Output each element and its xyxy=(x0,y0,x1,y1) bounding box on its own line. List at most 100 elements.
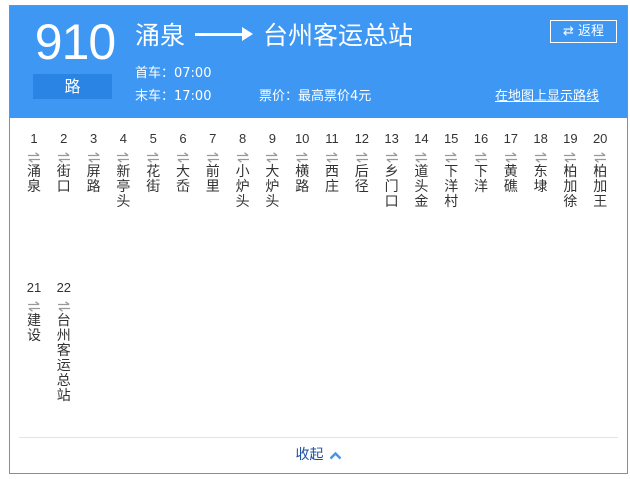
swap-arrows-icon xyxy=(385,152,398,163)
stop-name: 柏加王 xyxy=(593,164,608,210)
stop-index: 21 xyxy=(26,280,42,295)
stop-index: 17 xyxy=(503,131,519,146)
stop-name: 街口 xyxy=(56,164,71,195)
stop-index: 7 xyxy=(209,131,217,146)
stop-index: 8 xyxy=(238,131,247,146)
stop-name: 道头金 xyxy=(414,164,429,210)
swap-arrows-icon xyxy=(177,152,189,163)
swap-arrows-icon xyxy=(266,152,279,163)
swap-arrows-icon xyxy=(87,152,100,163)
stop-name: 小炉头 xyxy=(235,164,250,210)
show-on-map-link[interactable]: 在地图上显示路线 xyxy=(495,85,599,104)
stop-name: 新亭头 xyxy=(116,164,131,210)
swap-arrows-icon xyxy=(206,152,219,163)
stop-item[interactable]: 8 小炉头 xyxy=(228,131,258,210)
stop-index: 22 xyxy=(56,280,72,295)
stop-name: 台州客运总站 xyxy=(56,313,71,404)
stop-index: 6 xyxy=(179,131,187,146)
stop-item[interactable]: 19 柏加徐 xyxy=(555,131,585,210)
stop-name: 屏路 xyxy=(86,164,101,195)
stop-index: 12 xyxy=(354,131,370,146)
route-origin: 涌泉 xyxy=(135,21,186,50)
stop-name: 花街 xyxy=(146,164,161,195)
swap-arrows-icon xyxy=(57,301,70,312)
stop-item[interactable]: 1 涌泉 xyxy=(19,131,49,195)
stop-item[interactable]: 20 柏加王 xyxy=(585,131,615,210)
stop-item[interactable]: 17 黄礁 xyxy=(496,131,526,195)
stop-name: 大炉头 xyxy=(265,164,280,210)
stop-name: 后径 xyxy=(354,164,369,195)
swap-arrows-icon xyxy=(594,152,607,163)
stop-item[interactable]: 10 横路 xyxy=(287,131,317,195)
stop-name: 下洋村 xyxy=(444,164,459,210)
stop-index: 20 xyxy=(592,131,608,146)
stop-item[interactable]: 11 西庄 xyxy=(317,131,347,195)
swap-arrows-icon xyxy=(28,152,40,163)
swap-arrows-icon xyxy=(326,152,338,163)
stop-item[interactable]: 9 大炉头 xyxy=(257,131,287,210)
bus-route-panel: 910 路 涌泉 台州客运总站 ⇄ 返程 首车：07:00 末车：17:00 票… xyxy=(9,5,628,474)
swap-arrows-icon xyxy=(57,152,70,163)
stop-index: 10 xyxy=(294,131,310,146)
stop-name: 乡门口 xyxy=(384,164,399,210)
stop-item[interactable]: 13 乡门口 xyxy=(377,131,407,210)
stop-index: 18 xyxy=(533,131,548,146)
stop-index: 15 xyxy=(443,131,459,146)
first-bus-time: 首车：07:00 xyxy=(135,66,212,81)
stop-index: 14 xyxy=(414,131,429,146)
stop-item[interactable]: 16 下洋 xyxy=(466,131,496,195)
stop-index: 9 xyxy=(268,131,276,146)
collapse-button[interactable]: 收起 xyxy=(10,446,627,464)
stop-name: 柏加徐 xyxy=(563,164,578,210)
stop-index: 3 xyxy=(89,131,98,146)
stop-name: 大岙 xyxy=(176,164,190,195)
stop-index: 16 xyxy=(473,131,489,146)
swap-arrows-icon xyxy=(355,152,368,163)
stop-item[interactable]: 5 花街 xyxy=(138,131,168,195)
stop-name: 涌泉 xyxy=(27,164,41,195)
swap-arrows-icon xyxy=(236,152,249,163)
stop-item[interactable]: 18 东埭 xyxy=(526,131,556,195)
fare-info: 票价：最高票价4元 xyxy=(259,89,372,104)
stop-name: 黄礁 xyxy=(503,164,518,195)
stop-item[interactable]: 15 下洋村 xyxy=(436,131,466,210)
stop-item[interactable]: 6 大岙 xyxy=(168,131,198,195)
stop-index: 5 xyxy=(149,131,157,146)
stop-name: 横路 xyxy=(295,164,310,195)
swap-arrows-icon xyxy=(534,152,547,163)
stop-name: 东埭 xyxy=(533,164,548,195)
collapse-label: 收起 xyxy=(295,447,324,463)
stop-item[interactable]: 3 屏路 xyxy=(79,131,109,195)
chevron-up-icon xyxy=(329,451,341,460)
route-destination: 台州客运总站 xyxy=(263,21,414,50)
stop-item[interactable]: 2 街口 xyxy=(49,131,79,195)
stop-item[interactable]: 21 建设 xyxy=(19,280,49,344)
stop-item[interactable]: 14 道头金 xyxy=(406,131,436,210)
stop-name: 建设 xyxy=(27,313,41,344)
route-header: 910 路 涌泉 台州客运总站 ⇄ 返程 首车：07:00 末车：17:00 票… xyxy=(10,6,627,118)
reverse-direction-button[interactable]: ⇄ 返程 xyxy=(550,20,617,43)
long-right-arrow-icon xyxy=(195,24,254,44)
stop-item[interactable]: 7 前里 xyxy=(198,131,228,195)
stop-name: 前里 xyxy=(205,164,220,195)
stop-item[interactable]: 4 新亭头 xyxy=(108,131,138,210)
stop-name: 下洋 xyxy=(474,164,488,195)
stop-list: 1 涌泉 2 街口 3 屏路 4 新亭头 5 花街 6 大岙 7 前里 8 小炉头 9 大炉头 10 横路 11 西庄 12… xyxy=(10,118,627,436)
route-title: 涌泉 台州客运总站 xyxy=(135,17,413,51)
route-number: 910 xyxy=(34,14,116,70)
swap-arrows-icon xyxy=(296,152,309,163)
route-suffix: 路 xyxy=(33,74,112,99)
stop-index: 1 xyxy=(30,131,38,146)
stop-index: 19 xyxy=(563,131,578,146)
stop-index: 4 xyxy=(119,131,127,146)
swap-arrows-icon xyxy=(147,152,160,163)
swap-arrows-icon xyxy=(504,152,517,163)
swap-arrows-icon xyxy=(28,301,40,312)
stop-index: 2 xyxy=(60,131,68,146)
stop-item[interactable]: 12 后径 xyxy=(347,131,377,195)
stop-name: 西庄 xyxy=(325,164,339,195)
stop-item[interactable]: 22 台州客运总站 xyxy=(49,280,79,404)
swap-arrows-icon xyxy=(445,152,458,163)
swap-arrows-icon xyxy=(117,152,130,163)
divider xyxy=(19,437,618,438)
